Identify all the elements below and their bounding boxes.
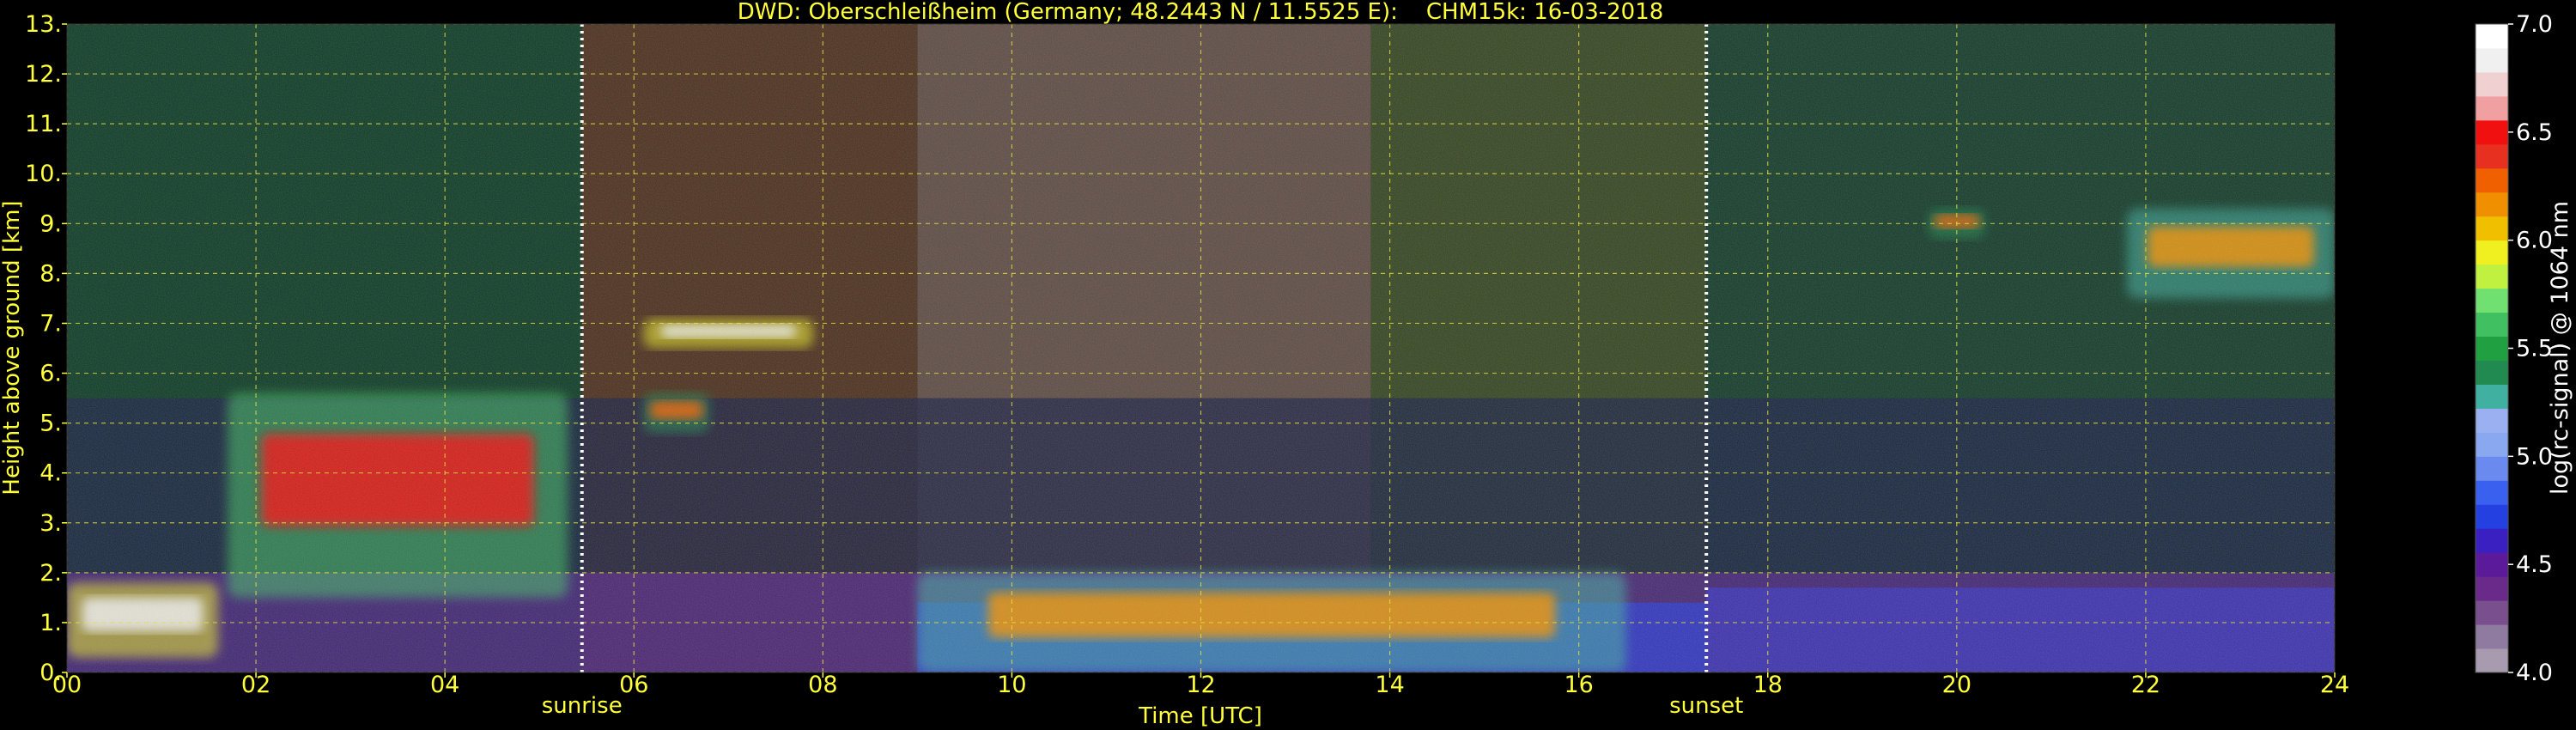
colorbar-swatch bbox=[2476, 264, 2508, 289]
plot-area bbox=[67, 24, 2335, 672]
colorbar-swatch bbox=[2476, 71, 2508, 97]
x-axis-label: Time [UTC] bbox=[1138, 703, 1262, 729]
y-tick-label: 8. bbox=[39, 260, 62, 287]
y-tick-label: 11. bbox=[25, 111, 62, 137]
y-tick-label: 4. bbox=[39, 460, 62, 487]
colorbar-swatch bbox=[2476, 24, 2508, 49]
colorbar-swatch bbox=[2476, 216, 2508, 241]
colorbar-swatch bbox=[2476, 456, 2508, 481]
x-tick-label: 20 bbox=[1942, 672, 1971, 698]
colorbar-swatch bbox=[2476, 95, 2508, 121]
x-tick-label: 02 bbox=[241, 672, 270, 698]
y-axis-ticks: 0. 1. 2. 3. 4. 5. 6. 7. 8. 9. 10. 11. 12. 13. bbox=[25, 11, 67, 686]
colorbar-tick-label: 7.0 bbox=[2516, 11, 2553, 38]
y-tick-label: 3. bbox=[39, 510, 62, 537]
chart-title: DWD: Oberschleißheim (Germany; 48.2443 N… bbox=[738, 0, 1664, 25]
colorbar-swatch bbox=[2476, 240, 2508, 265]
colorbar-swatch bbox=[2476, 408, 2508, 433]
colorbar-tick-label: 6.5 bbox=[2516, 119, 2553, 146]
colorbar-swatch bbox=[2476, 119, 2508, 145]
colorbar-swatch bbox=[2476, 384, 2508, 409]
y-tick-label: 10. bbox=[25, 161, 62, 187]
x-axis-ticks: 00 02 04 06 08 10 12 14 16 18 20 22 24 bbox=[52, 672, 2349, 698]
colorbar-swatch bbox=[2476, 360, 2508, 385]
colorbar-swatch bbox=[2476, 552, 2508, 577]
x-tick-label: 10 bbox=[997, 672, 1026, 698]
x-tick-label: 06 bbox=[619, 672, 648, 698]
colorbar bbox=[2475, 23, 2509, 673]
colorbar-tick-label: 4.0 bbox=[2516, 660, 2553, 686]
colorbar-swatch bbox=[2476, 528, 2508, 553]
y-tick-label: 2. bbox=[39, 560, 62, 587]
y-tick-label: 9. bbox=[39, 210, 62, 237]
colorbar-swatch bbox=[2476, 336, 2508, 361]
colorbar-tick-label: 4.5 bbox=[2516, 551, 2553, 578]
y-tick-label: 12. bbox=[25, 61, 62, 88]
colorbar-label: log(rc-signal) @ 1064 nm bbox=[2547, 201, 2573, 495]
y-tick-label: 6. bbox=[39, 361, 62, 387]
y-tick-label: 5. bbox=[39, 411, 62, 437]
x-tick-label: 22 bbox=[2131, 672, 2160, 698]
colorbar-swatch bbox=[2476, 600, 2508, 625]
colorbar-swatch bbox=[2476, 624, 2508, 649]
x-tick-label: 18 bbox=[1753, 672, 1783, 698]
x-tick-label: 08 bbox=[808, 672, 837, 698]
colorbar-swatch bbox=[2476, 504, 2508, 529]
event-label: sunset bbox=[1669, 693, 1743, 719]
colorbar-swatch bbox=[2476, 167, 2508, 193]
colorbar-swatch bbox=[2476, 480, 2508, 505]
y-axis-label: Height above ground [km] bbox=[0, 200, 25, 495]
colorbar-swatch bbox=[2476, 192, 2508, 217]
y-tick-label: 7. bbox=[39, 310, 62, 337]
x-tick-label: 04 bbox=[430, 672, 459, 698]
y-tick-label: 13. bbox=[25, 11, 62, 38]
event-label: sunrise bbox=[542, 693, 623, 719]
y-tick-label: 0. bbox=[39, 660, 62, 686]
ceilometer-figure: 00 02 04 06 08 10 12 14 16 18 20 22 24 0.1.2.3.4.5.6… bbox=[0, 0, 2573, 729]
colorbar-swatch bbox=[2476, 47, 2508, 73]
x-tick-label: 16 bbox=[1564, 672, 1593, 698]
colorbar-swatch bbox=[2476, 432, 2508, 457]
colorbar-swatch bbox=[2476, 143, 2508, 169]
y-tick-label: 1. bbox=[39, 610, 62, 636]
x-tick-label: 12 bbox=[1186, 672, 1215, 698]
x-tick-label: 24 bbox=[2320, 672, 2349, 698]
colorbar-swatch bbox=[2476, 576, 2508, 601]
x-tick-label: 14 bbox=[1375, 672, 1404, 698]
colorbar-swatch bbox=[2476, 288, 2508, 313]
colorbar-swatch bbox=[2476, 648, 2508, 673]
colorbar-swatch bbox=[2476, 312, 2508, 338]
